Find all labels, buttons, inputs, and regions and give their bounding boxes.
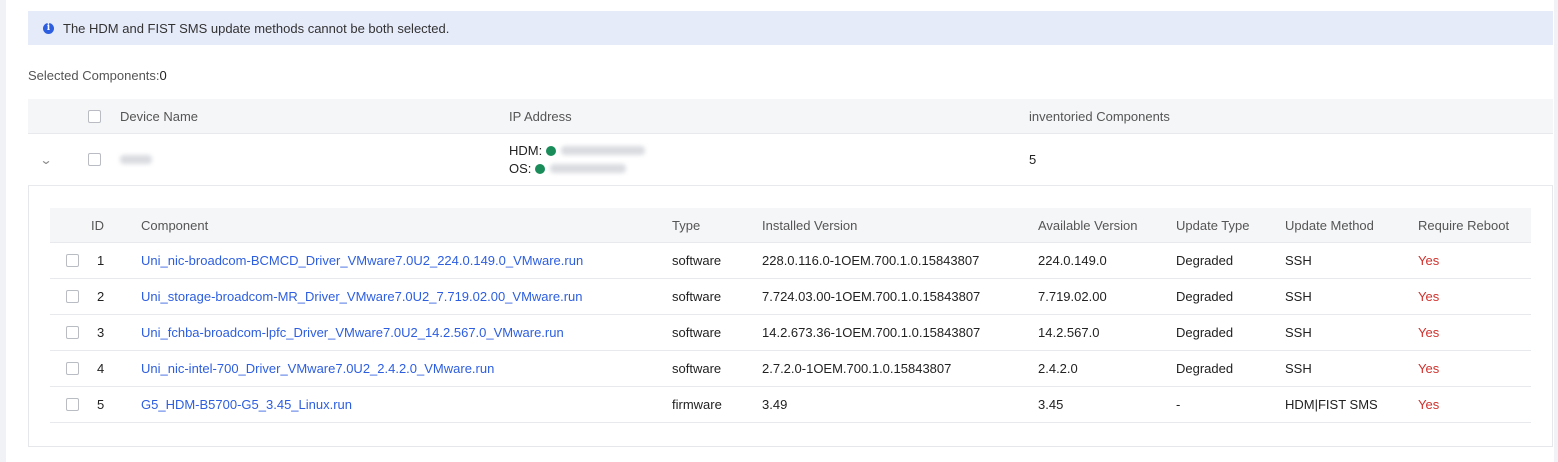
available-version: 7.719.02.00 (1038, 289, 1107, 304)
column-installed-version[interactable]: Installed Version (762, 208, 857, 242)
device-row-checkbox[interactable] (88, 153, 101, 166)
installed-version: 14.2.673.36-1OEM.700.1.0.15843807 (762, 325, 981, 340)
component-id: 3 (97, 325, 105, 340)
component-type: software (672, 253, 722, 268)
column-id[interactable]: ID (91, 208, 104, 242)
component-row[interactable]: 2 Uni_storage-broadcom-MR_Driver_VMware7… (50, 279, 1531, 315)
component-table-header: ID Component Type Installed Version Avai… (50, 208, 1531, 243)
installed-version: 7.724.03.00-1OEM.700.1.0.15843807 (762, 289, 981, 304)
component-id: 1 (97, 253, 105, 268)
update-type: Degraded (1176, 289, 1234, 304)
component-type: software (672, 289, 722, 304)
column-require-reboot[interactable]: Require Reboot (1418, 208, 1509, 242)
component-row[interactable]: 3 Uni_fchba-broadcom-lpfc_Driver_VMware7… (50, 315, 1531, 351)
component-link[interactable]: Uni_fchba-broadcom-lpfc_Driver_VMware7.0… (141, 315, 564, 350)
page-left-gutter (0, 0, 6, 462)
os-ip-redacted (550, 164, 627, 173)
update-method: SSH (1285, 361, 1312, 376)
component-row[interactable]: 1 Uni_nic-broadcom-BCMCD_Driver_VMware7.… (50, 243, 1531, 279)
inventoried-components-count: 5 (1029, 152, 1037, 167)
component-type: software (672, 325, 722, 340)
update-method: SSH (1285, 289, 1312, 304)
update-type: - (1176, 397, 1181, 412)
available-version: 3.45 (1038, 397, 1064, 412)
device-row[interactable]: ⌄ HDM: OS: 5 (28, 134, 1553, 186)
column-inventoried-components[interactable]: inventoried Components (1029, 99, 1170, 133)
update-type: Degraded (1176, 253, 1234, 268)
selected-components: Selected Components:0 (28, 68, 167, 83)
installed-version: 2.7.2.0-1OEM.700.1.0.15843807 (762, 361, 952, 376)
column-device-name[interactable]: Device Name (120, 99, 198, 133)
info-icon: i (43, 22, 54, 34)
page-right-gutter (1554, 0, 1558, 462)
os-status-dot (535, 163, 546, 174)
require-reboot: Yes (1418, 289, 1440, 304)
hdm-label: HDM: (509, 142, 543, 158)
available-version: 2.4.2.0 (1038, 361, 1078, 376)
installed-version: 228.0.116.0-1OEM.700.1.0.15843807 (762, 253, 980, 268)
component-row[interactable]: 4 Uni_nic-intel-700_Driver_VMware7.0U2_2… (50, 351, 1531, 387)
os-label: OS: (509, 160, 532, 176)
component-id: 5 (97, 397, 105, 412)
hdm-status-dot (546, 145, 557, 156)
component-row[interactable]: 5 G5_HDM-B5700-G5_3.45_Linux.run firmwar… (50, 387, 1531, 423)
ip-address-cell: HDM: OS: (509, 134, 646, 185)
available-version: 14.2.567.0 (1038, 325, 1100, 340)
component-row-checkbox[interactable] (66, 254, 79, 267)
component-link[interactable]: G5_HDM-B5700-G5_3.45_Linux.run (141, 387, 352, 422)
require-reboot: Yes (1418, 253, 1440, 268)
available-version: 224.0.149.0 (1038, 253, 1107, 268)
column-update-method[interactable]: Update Method (1285, 208, 1374, 242)
component-id: 4 (97, 361, 105, 376)
require-reboot: Yes (1418, 361, 1440, 376)
alert-text: The HDM and FIST SMS update methods cann… (63, 20, 450, 36)
component-link[interactable]: Uni_storage-broadcom-MR_Driver_VMware7.0… (141, 279, 583, 314)
hdm-ip-redacted (561, 146, 646, 155)
component-row-checkbox[interactable] (66, 362, 79, 375)
component-type: software (672, 361, 722, 376)
update-method: SSH (1285, 253, 1312, 268)
device-name-redacted (120, 155, 152, 164)
info-alert: i The HDM and FIST SMS update methods ca… (28, 11, 1553, 45)
update-type: Degraded (1176, 325, 1234, 340)
require-reboot: Yes (1418, 325, 1440, 340)
chevron-down-icon[interactable]: ⌄ (39, 153, 52, 167)
update-method: HDM|FIST SMS (1285, 397, 1378, 412)
installed-version: 3.49 (762, 397, 788, 412)
component-type: firmware (672, 397, 722, 412)
component-row-checkbox[interactable] (66, 290, 79, 303)
component-link[interactable]: Uni_nic-broadcom-BCMCD_Driver_VMware7.0U… (141, 243, 583, 278)
selected-components-label: Selected Components: (28, 68, 160, 83)
update-method: SSH (1285, 325, 1312, 340)
column-type[interactable]: Type (672, 208, 700, 242)
selected-components-count: 0 (159, 68, 167, 83)
update-type: Degraded (1176, 361, 1234, 376)
column-component[interactable]: Component (141, 208, 208, 242)
component-table: ID Component Type Installed Version Avai… (50, 208, 1531, 423)
column-ip-address[interactable]: IP Address (509, 99, 572, 133)
component-id: 2 (97, 289, 105, 304)
column-update-type[interactable]: Update Type (1176, 208, 1249, 242)
select-all-checkbox[interactable] (88, 109, 101, 123)
component-row-checkbox[interactable] (66, 398, 79, 411)
require-reboot: Yes (1418, 397, 1440, 412)
component-row-checkbox[interactable] (66, 326, 79, 339)
column-available-version[interactable]: Available Version (1038, 208, 1138, 242)
component-link[interactable]: Uni_nic-intel-700_Driver_VMware7.0U2_2.4… (141, 351, 494, 386)
device-table-header: Device Name IP Address inventoried Compo… (28, 99, 1553, 134)
